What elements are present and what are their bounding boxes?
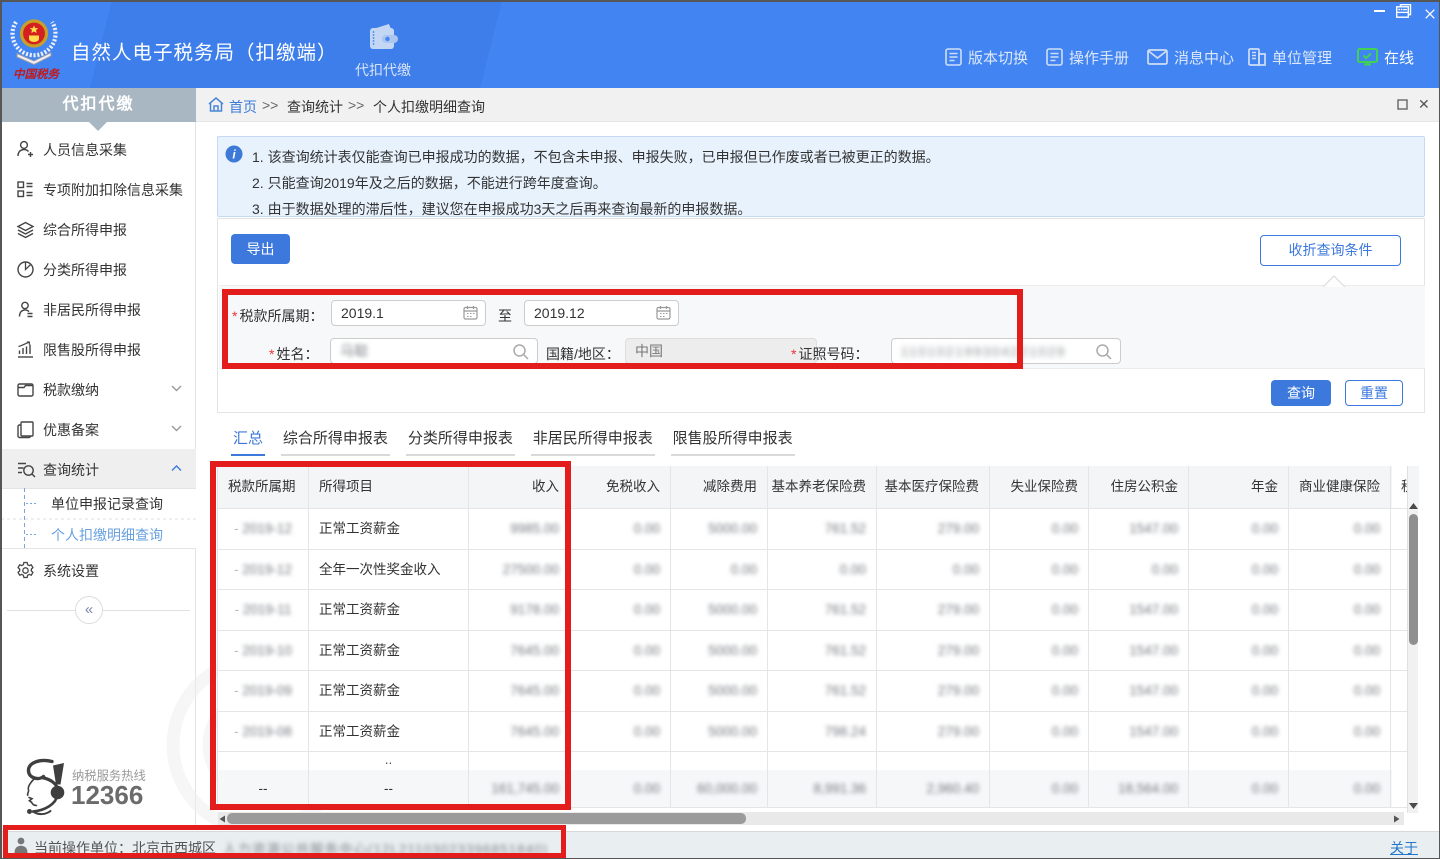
- svg-text:12366: 12366: [71, 780, 143, 810]
- svg-text:中国税务: 中国税务: [13, 68, 60, 81]
